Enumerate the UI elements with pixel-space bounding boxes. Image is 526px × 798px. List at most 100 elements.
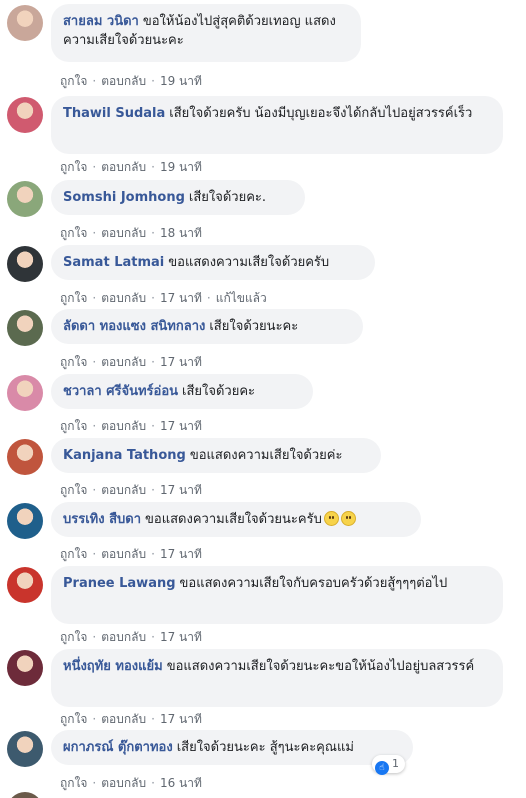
- comment-actions: ถูกใจ · ตอบกลับ · 17 นาที: [60, 628, 202, 647]
- like-button[interactable]: ถูกใจ: [60, 545, 87, 564]
- separator-dot: ·: [92, 74, 97, 88]
- reaction-count-badge[interactable]: ☝ 1: [372, 755, 405, 775]
- comment-timestamp[interactable]: 17 นาที: [160, 545, 202, 564]
- separator-dot: ·: [206, 291, 211, 305]
- comment-actions: ถูกใจ · ตอบกลับ · 17 นาที · แก้ไขแล้ว: [60, 289, 267, 308]
- comment-bubble: ลัดดา ทองแซง สนิทกลาง เสียใจด้วยนะคะ: [51, 309, 363, 344]
- commenter-name-link[interactable]: ผกาภรณ์ ตุ๊กตาทอง: [63, 740, 173, 755]
- comment-timestamp[interactable]: 17 นาที: [160, 628, 202, 647]
- avatar[interactable]: [7, 567, 43, 603]
- commenter-name-link[interactable]: ลัดดา ทองแซง สนิทกลาง: [63, 319, 205, 334]
- reply-button[interactable]: ตอบกลับ: [101, 545, 146, 564]
- comment-timestamp[interactable]: 16 นาที: [160, 774, 202, 793]
- separator-dot: ·: [92, 419, 97, 433]
- comment-actions: ถูกใจ · ตอบกลับ · 19 นาที: [60, 158, 202, 177]
- avatar[interactable]: [7, 792, 43, 798]
- avatar[interactable]: [7, 310, 43, 346]
- reply-button[interactable]: ตอบกลับ: [101, 417, 146, 436]
- like-button[interactable]: ถูกใจ: [60, 224, 87, 243]
- comment-timestamp[interactable]: 19 นาที: [160, 158, 202, 177]
- comment-actions: ถูกใจ · ตอบกลับ · 17 นาที: [60, 481, 202, 500]
- comment-bubble: สายลม วนิดา ขอให้น้องไปสู่สุคติด้วยเทอญ แ…: [51, 4, 361, 62]
- separator-dot: ·: [151, 630, 155, 644]
- comment-timestamp[interactable]: 19 นาที: [160, 72, 202, 91]
- comment-timestamp[interactable]: 18 นาที: [160, 224, 202, 243]
- commenter-name-link[interactable]: Samat Latmai: [63, 255, 164, 270]
- separator-dot: ·: [92, 483, 97, 497]
- reply-button[interactable]: ตอบกลับ: [101, 158, 146, 177]
- separator-dot: ·: [92, 160, 97, 174]
- reply-button[interactable]: ตอบกลับ: [101, 353, 146, 372]
- comment-bubble: Somshi Jomhong เสียใจด้วยคะ.: [51, 180, 305, 215]
- like-button[interactable]: ถูกใจ: [60, 417, 87, 436]
- sad-face-icon: [323, 511, 339, 526]
- comment-timestamp[interactable]: 17 นาที: [160, 289, 202, 308]
- sad-face-icon: [340, 511, 356, 526]
- like-button[interactable]: ถูกใจ: [60, 628, 87, 647]
- comment-bubble: Samat Latmai ขอแสดงความเสียใจด้วยครับ: [51, 245, 375, 280]
- commenter-name-link[interactable]: Pranee Lawang: [63, 576, 176, 591]
- comment-actions: ถูกใจ · ตอบกลับ · 18 นาที: [60, 224, 202, 243]
- commenter-name-link[interactable]: หนึ่งฤทัย ทองแย้ม: [63, 659, 163, 674]
- separator-dot: ·: [92, 355, 97, 369]
- like-button[interactable]: ถูกใจ: [60, 774, 87, 793]
- comment-timestamp[interactable]: 17 นาที: [160, 710, 202, 729]
- comment-bubble: บรรเทิง สืบดา ขอแสดงความเสียใจด้วยนะครับ: [51, 502, 421, 537]
- separator-dot: ·: [151, 712, 155, 726]
- reply-button[interactable]: ตอบกลับ: [101, 289, 146, 308]
- reply-button[interactable]: ตอบกลับ: [101, 72, 146, 91]
- commenter-name-link[interactable]: Kanjana Tathong: [63, 448, 186, 463]
- comment-timestamp[interactable]: 17 นาที: [160, 353, 202, 372]
- comment-text: เสียใจด้วยนะคะ สู้ๆนะคะคุณแม่: [176, 740, 354, 755]
- comment-list: สายลม วนิดา ขอให้น้องไปสู่สุคติด้วยเทอญ แ…: [0, 0, 526, 798]
- avatar[interactable]: [7, 503, 43, 539]
- comment-text: ขอแสดงความเสียใจกับครอบครัวด้วยสู้ๆๆๆต่อ…: [179, 576, 448, 591]
- commenter-name-link[interactable]: บรรเทิง สืบดา: [63, 512, 141, 527]
- like-button[interactable]: ถูกใจ: [60, 710, 87, 729]
- separator-dot: ·: [151, 291, 155, 305]
- separator-dot: ·: [151, 226, 155, 240]
- avatar[interactable]: [7, 181, 43, 217]
- avatar[interactable]: [7, 439, 43, 475]
- comment-text: เสียใจด้วยคะ: [182, 384, 256, 399]
- reply-button[interactable]: ตอบกลับ: [101, 774, 146, 793]
- avatar[interactable]: [7, 731, 43, 767]
- comment-actions: ถูกใจ · ตอบกลับ · 17 นาที: [60, 710, 202, 729]
- like-button[interactable]: ถูกใจ: [60, 158, 87, 177]
- like-button[interactable]: ถูกใจ: [60, 353, 87, 372]
- avatar[interactable]: [7, 246, 43, 282]
- avatar[interactable]: [7, 650, 43, 686]
- commenter-name-link[interactable]: Thawil Sudala: [63, 106, 165, 121]
- like-button[interactable]: ถูกใจ: [60, 289, 87, 308]
- commenter-name-link[interactable]: สายลม วนิดา: [63, 14, 139, 29]
- separator-dot: ·: [151, 355, 155, 369]
- separator-dot: ·: [92, 776, 97, 790]
- avatar[interactable]: [7, 375, 43, 411]
- commenter-name-link[interactable]: ชวาลา ศรีจันทร์อ่อน: [63, 384, 178, 399]
- reply-button[interactable]: ตอบกลับ: [101, 481, 146, 500]
- reply-button[interactable]: ตอบกลับ: [101, 628, 146, 647]
- like-button[interactable]: ถูกใจ: [60, 72, 87, 91]
- comment-bubble: ชวาลา ศรีจันทร์อ่อน เสียใจด้วยคะ: [51, 374, 313, 409]
- separator-dot: ·: [151, 160, 155, 174]
- comment-timestamp[interactable]: 17 นาที: [160, 481, 202, 500]
- comment-bubble: Thawil Sudala เสียใจด้วยครับ น้องมีบุญเยอ…: [51, 96, 503, 154]
- edited-label[interactable]: แก้ไขแล้ว: [216, 289, 267, 308]
- separator-dot: ·: [151, 547, 155, 561]
- avatar[interactable]: [7, 97, 43, 133]
- comment-timestamp[interactable]: 17 นาที: [160, 417, 202, 436]
- reply-button[interactable]: ตอบกลับ: [101, 224, 146, 243]
- comment-text: เสียใจด้วยนะคะ: [209, 319, 299, 334]
- separator-dot: ·: [92, 712, 97, 726]
- like-button[interactable]: ถูกใจ: [60, 481, 87, 500]
- separator-dot: ·: [151, 776, 155, 790]
- reply-button[interactable]: ตอบกลับ: [101, 710, 146, 729]
- avatar[interactable]: [7, 5, 43, 41]
- commenter-name-link[interactable]: Somshi Jomhong: [63, 190, 185, 205]
- separator-dot: ·: [151, 483, 155, 497]
- comment-text: ขอแสดงความเสียใจด้วยนะคะขอให้น้องไปอยู่บ…: [166, 659, 475, 674]
- comment-text: เสียใจด้วยครับ น้องมีบุญเยอะจึงได้กลับไป…: [169, 106, 473, 121]
- comment-text: ขอแสดงความเสียใจด้วยค่ะ: [189, 448, 343, 463]
- separator-dot: ·: [92, 291, 97, 305]
- like-icon: ☝: [375, 761, 389, 775]
